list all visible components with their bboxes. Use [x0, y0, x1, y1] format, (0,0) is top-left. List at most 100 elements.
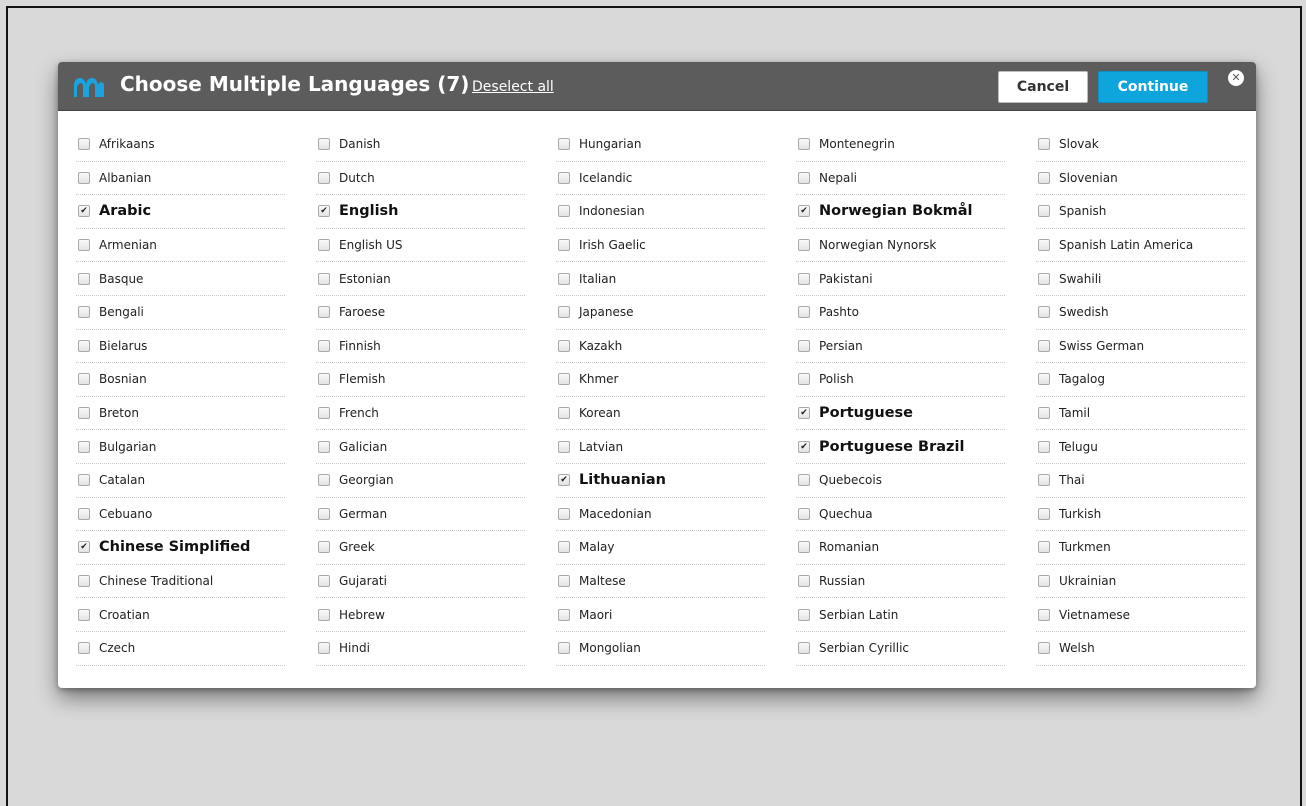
checkbox-unchecked[interactable] [558, 608, 570, 621]
language-option[interactable]: Polish [796, 363, 1005, 397]
checkbox-unchecked[interactable] [558, 373, 570, 386]
language-option[interactable]: ✔ Arabic [76, 195, 285, 229]
language-option[interactable]: Spanish Latin America [1036, 229, 1245, 263]
language-option[interactable]: Italian [556, 262, 765, 296]
language-option[interactable]: Tagalog [1036, 363, 1245, 397]
checkbox-checked[interactable]: ✔ [78, 205, 90, 218]
language-option[interactable]: Georgian [316, 464, 525, 498]
checkbox-unchecked[interactable] [1038, 339, 1050, 352]
language-option[interactable]: Norwegian Nynorsk [796, 229, 1005, 263]
checkbox-unchecked[interactable] [78, 306, 90, 319]
checkbox-unchecked[interactable] [78, 138, 90, 151]
language-option[interactable]: Welsh [1036, 632, 1245, 666]
language-option[interactable]: Cebuano [76, 498, 285, 532]
language-option[interactable]: German [316, 498, 525, 532]
checkbox-unchecked[interactable] [558, 171, 570, 184]
language-option[interactable]: Finnish [316, 330, 525, 364]
language-option[interactable]: Maltese [556, 565, 765, 599]
language-option[interactable]: Vietnamese [1036, 598, 1245, 632]
checkbox-unchecked[interactable] [798, 507, 810, 520]
language-option[interactable]: ✔ Portuguese Brazil [796, 430, 1005, 464]
language-option[interactable]: Pashto [796, 296, 1005, 330]
language-option[interactable]: Tamil [1036, 397, 1245, 431]
language-option[interactable]: Basque [76, 262, 285, 296]
checkbox-unchecked[interactable] [798, 575, 810, 588]
checkbox-unchecked[interactable] [558, 239, 570, 252]
language-option[interactable]: Flemish [316, 363, 525, 397]
language-option[interactable]: Kazakh [556, 330, 765, 364]
language-option[interactable]: Galician [316, 430, 525, 464]
checkbox-unchecked[interactable] [1038, 306, 1050, 319]
language-option[interactable]: Macedonian [556, 498, 765, 532]
language-option[interactable]: Ukrainian [1036, 565, 1245, 599]
checkbox-unchecked[interactable] [78, 272, 90, 285]
checkbox-unchecked[interactable] [318, 272, 330, 285]
language-option[interactable]: Bosnian [76, 363, 285, 397]
language-option[interactable]: Chinese Traditional [76, 565, 285, 599]
language-option[interactable]: French [316, 397, 525, 431]
language-option[interactable]: Afrikaans [76, 128, 285, 162]
checkbox-unchecked[interactable] [78, 171, 90, 184]
checkbox-unchecked[interactable] [798, 642, 810, 655]
language-option[interactable]: Hindi [316, 632, 525, 666]
checkbox-unchecked[interactable] [318, 373, 330, 386]
language-option[interactable]: ✔ Portuguese [796, 397, 1005, 431]
checkbox-unchecked[interactable] [78, 575, 90, 588]
checkbox-unchecked[interactable] [78, 474, 90, 487]
checkbox-unchecked[interactable] [558, 507, 570, 520]
checkbox-checked[interactable]: ✔ [78, 541, 90, 554]
language-option[interactable]: Irish Gaelic [556, 229, 765, 263]
checkbox-unchecked[interactable] [318, 440, 330, 453]
checkbox-unchecked[interactable] [318, 608, 330, 621]
checkbox-checked[interactable]: ✔ [318, 205, 330, 218]
checkbox-unchecked[interactable] [558, 272, 570, 285]
language-option[interactable]: English US [316, 229, 525, 263]
checkbox-unchecked[interactable] [318, 171, 330, 184]
checkbox-unchecked[interactable] [318, 407, 330, 420]
language-option[interactable]: Hebrew [316, 598, 525, 632]
checkbox-unchecked[interactable] [1038, 239, 1050, 252]
checkbox-unchecked[interactable] [558, 407, 570, 420]
deselect-all-link[interactable]: Deselect all [472, 79, 554, 95]
checkbox-unchecked[interactable] [318, 575, 330, 588]
language-option[interactable]: Armenian [76, 229, 285, 263]
checkbox-unchecked[interactable] [78, 642, 90, 655]
language-option[interactable]: Swedish [1036, 296, 1245, 330]
checkbox-unchecked[interactable] [798, 171, 810, 184]
checkbox-unchecked[interactable] [558, 575, 570, 588]
close-icon[interactable]: ✕ [1228, 70, 1244, 86]
language-option[interactable]: Dutch [316, 162, 525, 196]
language-option[interactable]: Croatian [76, 598, 285, 632]
language-option[interactable]: ✔ Lithuanian [556, 464, 765, 498]
checkbox-unchecked[interactable] [798, 306, 810, 319]
continue-button[interactable]: Continue [1098, 71, 1208, 103]
checkbox-checked[interactable]: ✔ [798, 205, 810, 218]
checkbox-unchecked[interactable] [798, 138, 810, 151]
checkbox-unchecked[interactable] [1038, 507, 1050, 520]
checkbox-checked[interactable]: ✔ [798, 440, 810, 453]
language-option[interactable]: Montenegrin [796, 128, 1005, 162]
checkbox-unchecked[interactable] [318, 507, 330, 520]
language-option[interactable]: Greek [316, 531, 525, 565]
language-option[interactable]: Malay [556, 531, 765, 565]
language-option[interactable]: Hungarian [556, 128, 765, 162]
checkbox-unchecked[interactable] [1038, 138, 1050, 151]
language-option[interactable]: Latvian [556, 430, 765, 464]
language-option[interactable]: Serbian Cyrillic [796, 632, 1005, 666]
language-option[interactable]: Serbian Latin [796, 598, 1005, 632]
checkbox-checked[interactable]: ✔ [798, 407, 810, 420]
language-option[interactable]: Thai [1036, 464, 1245, 498]
language-option[interactable]: Spanish [1036, 195, 1245, 229]
checkbox-unchecked[interactable] [558, 306, 570, 319]
language-option[interactable]: Bielarus [76, 330, 285, 364]
checkbox-unchecked[interactable] [798, 339, 810, 352]
language-option[interactable]: Bulgarian [76, 430, 285, 464]
language-option[interactable]: Japanese [556, 296, 765, 330]
checkbox-unchecked[interactable] [318, 642, 330, 655]
checkbox-unchecked[interactable] [318, 239, 330, 252]
checkbox-unchecked[interactable] [1038, 474, 1050, 487]
language-option[interactable]: Mongolian [556, 632, 765, 666]
language-option[interactable]: Quechua [796, 498, 1005, 532]
language-option[interactable]: Slovenian [1036, 162, 1245, 196]
language-option[interactable]: Korean [556, 397, 765, 431]
